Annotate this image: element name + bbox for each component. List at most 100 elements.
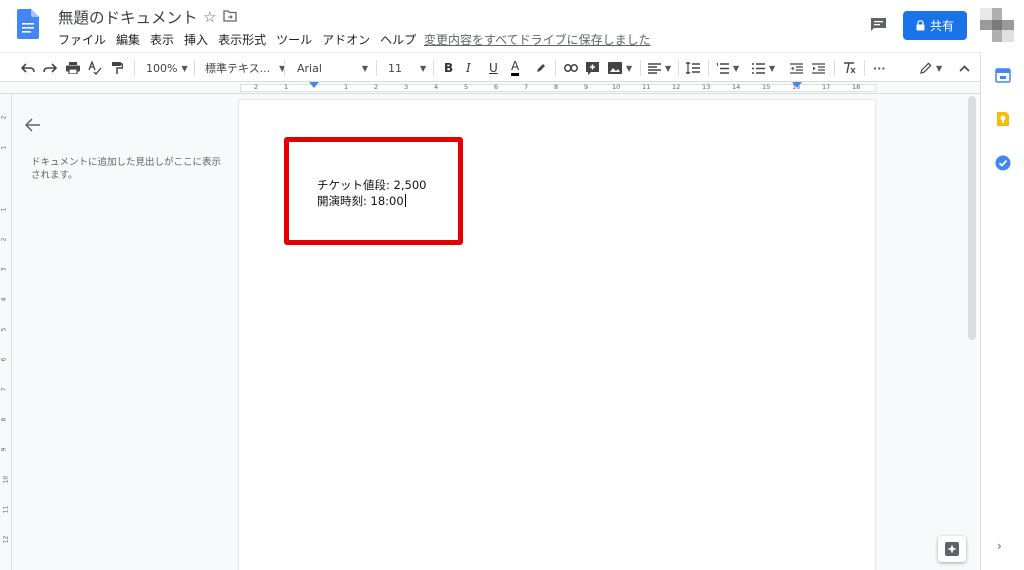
ruler-label: 6 bbox=[0, 357, 8, 362]
avatar[interactable] bbox=[980, 8, 1014, 42]
chevron-down-icon: ▼ bbox=[733, 63, 740, 73]
ruler-label: 8 bbox=[554, 83, 559, 91]
ruler-label: 1 bbox=[0, 145, 8, 150]
ruler-label: 1 bbox=[0, 207, 8, 212]
undo-icon[interactable] bbox=[21, 60, 35, 76]
paragraph-style-select[interactable]: 標準テキス... ▼ bbox=[205, 60, 285, 76]
left-indent-marker[interactable] bbox=[309, 82, 319, 88]
more-options-button[interactable]: ··· bbox=[873, 60, 886, 76]
ruler-label: 9 bbox=[0, 447, 8, 452]
ruler-label: 8 bbox=[0, 417, 8, 422]
toolbar-divider bbox=[134, 60, 135, 76]
font-size-value: 11 bbox=[388, 61, 402, 75]
document-line: 開演時刻: 18:00 bbox=[317, 194, 404, 208]
collapse-menu-icon[interactable] bbox=[959, 60, 970, 76]
toolbar-divider bbox=[194, 60, 195, 76]
menu-format[interactable]: 表示形式 bbox=[218, 31, 266, 48]
redo-icon[interactable] bbox=[43, 60, 57, 76]
ruler-label: 5 bbox=[464, 83, 469, 91]
tasks-icon[interactable] bbox=[995, 155, 1011, 171]
ruler-label: 4 bbox=[0, 297, 8, 302]
comment-history-icon[interactable] bbox=[870, 17, 887, 32]
explore-icon bbox=[945, 542, 959, 556]
align-icon[interactable]: ▼ bbox=[648, 60, 671, 76]
saved-status-link[interactable]: 変更内容をすべてドライブに保存しました bbox=[424, 31, 651, 48]
menu-bar: ファイル 編集 表示 挿入 表示形式 ツール アドオン ヘルプ bbox=[58, 31, 426, 48]
vertical-ruler[interactable]: 2 1 1 2 3 4 5 6 7 8 9 10 11 12 bbox=[0, 94, 12, 570]
toolbar-divider bbox=[284, 60, 285, 76]
italic-button[interactable]: I bbox=[466, 60, 471, 76]
insert-comment-icon[interactable] bbox=[586, 60, 599, 76]
star-icon[interactable]: ☆ bbox=[203, 8, 216, 26]
print-icon[interactable] bbox=[66, 60, 80, 76]
increase-indent-icon[interactable] bbox=[812, 60, 825, 76]
highlight-color-icon[interactable] bbox=[535, 60, 547, 76]
clear-formatting-icon[interactable] bbox=[843, 60, 856, 76]
decrease-indent-icon[interactable] bbox=[790, 60, 803, 76]
insert-image-icon[interactable]: ▼ bbox=[608, 60, 632, 76]
calendar-icon[interactable] bbox=[995, 67, 1011, 83]
explore-button[interactable] bbox=[938, 536, 966, 562]
bold-button[interactable]: B bbox=[444, 60, 453, 76]
toolbar-divider bbox=[433, 60, 434, 76]
toolbar-divider bbox=[640, 60, 641, 76]
document-line-with-cursor: 開演時刻: 18:00 bbox=[317, 193, 426, 209]
chevron-down-icon: ▼ bbox=[181, 63, 188, 73]
ruler-label: 14 bbox=[732, 83, 741, 91]
paint-format-icon[interactable] bbox=[111, 60, 123, 76]
expand-side-panel-icon[interactable]: › bbox=[997, 539, 1002, 553]
keep-icon[interactable] bbox=[995, 111, 1011, 127]
document-body[interactable]: チケット値段: 2,500 開演時刻: 18:00 bbox=[317, 177, 426, 209]
menu-view[interactable]: 表示 bbox=[150, 31, 174, 48]
menu-help[interactable]: ヘルプ bbox=[380, 31, 416, 48]
zoom-select[interactable]: 100% ▼ bbox=[146, 60, 188, 76]
chevron-down-icon: ▼ bbox=[626, 63, 633, 73]
text-color-button[interactable]: A bbox=[511, 58, 520, 76]
horizontal-ruler[interactable]: 2 1 1 2 3 4 5 6 7 8 9 10 11 12 13 14 15 … bbox=[0, 82, 980, 94]
menu-file[interactable]: ファイル bbox=[58, 31, 106, 48]
share-label: 共有 bbox=[929, 19, 954, 33]
share-button[interactable]: 共有 bbox=[903, 11, 967, 40]
back-arrow-icon[interactable] bbox=[25, 118, 41, 132]
menu-insert[interactable]: 挿入 bbox=[184, 31, 208, 48]
ruler-label: 12 bbox=[2, 535, 10, 544]
menu-addons[interactable]: アドオン bbox=[322, 31, 370, 48]
ruler-label: 3 bbox=[404, 83, 409, 91]
side-panel: › bbox=[980, 52, 1024, 570]
font-value: Arial bbox=[297, 61, 322, 75]
right-indent-marker[interactable] bbox=[792, 82, 802, 88]
ruler-label: 1 bbox=[344, 83, 349, 91]
scrollbar[interactable] bbox=[968, 96, 976, 340]
toolbar-divider bbox=[708, 60, 709, 76]
spellcheck-icon[interactable] bbox=[88, 60, 102, 76]
move-folder-icon[interactable] bbox=[223, 10, 237, 22]
ruler-label: 5 bbox=[0, 327, 8, 332]
docs-logo-icon[interactable] bbox=[17, 9, 39, 39]
numbered-list-icon[interactable]: ▼ bbox=[716, 60, 739, 76]
editing-mode-icon[interactable]: ▼ bbox=[920, 60, 942, 76]
ruler-label: 15 bbox=[762, 83, 771, 91]
ruler-label: 11 bbox=[642, 83, 651, 91]
toolbar-divider bbox=[376, 60, 377, 76]
chevron-down-icon: ▼ bbox=[361, 63, 369, 73]
font-size-select[interactable]: 11 ▼ bbox=[388, 60, 426, 76]
link-icon[interactable] bbox=[564, 60, 578, 76]
ruler-label: 2 bbox=[0, 115, 8, 120]
menu-tools[interactable]: ツール bbox=[276, 31, 312, 48]
font-select[interactable]: Arial ▼ bbox=[297, 60, 368, 76]
line-spacing-icon[interactable] bbox=[686, 60, 700, 76]
document-title[interactable]: 無題のドキュメント bbox=[58, 6, 198, 28]
ruler-label: 12 bbox=[672, 83, 681, 91]
header: 無題のドキュメント ☆ ファイル 編集 表示 挿入 表示形式 ツール アドオン … bbox=[0, 0, 1024, 52]
menu-edit[interactable]: 編集 bbox=[116, 31, 140, 48]
ruler-label: 4 bbox=[434, 83, 439, 91]
lock-icon bbox=[916, 20, 925, 31]
ruler-label: 7 bbox=[524, 83, 529, 91]
bulleted-list-icon[interactable]: ▼ bbox=[752, 60, 775, 76]
ruler-label: 1 bbox=[284, 83, 289, 91]
ruler-label: 11 bbox=[2, 505, 10, 514]
ruler-label: 2 bbox=[374, 83, 379, 91]
underline-button[interactable]: U bbox=[489, 60, 498, 76]
ruler-label: 17 bbox=[822, 83, 831, 91]
ruler-label: 7 bbox=[0, 387, 8, 392]
